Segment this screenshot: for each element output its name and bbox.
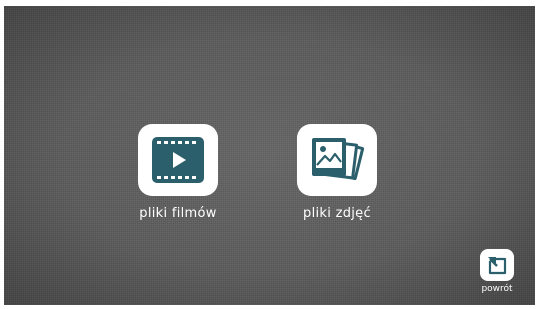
back-button[interactable] [480,249,514,281]
movie-files-tile[interactable]: pliki filmów [138,124,218,221]
photo-files-label: pliki zdjęć [303,206,371,221]
back-label: powrót [481,284,513,294]
back-arrow-icon [488,257,507,275]
photo-files-button[interactable] [297,124,377,196]
movie-files-button[interactable] [138,124,218,196]
photo-files-tile[interactable]: pliki zdjęć [297,124,377,221]
back-control[interactable]: powrót [480,249,514,294]
movie-files-label: pliki filmów [139,206,217,221]
photos-icon [312,138,365,181]
film-icon [152,137,204,183]
screen: pliki filmów pliki zdjęć powrót [4,6,535,305]
